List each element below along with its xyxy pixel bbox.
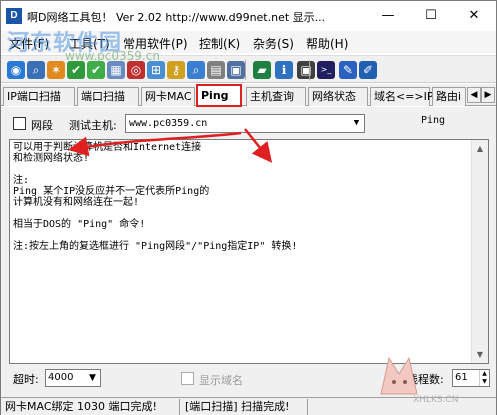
menu-help[interactable]: 帮助(H) bbox=[306, 35, 348, 52]
tab-ping[interactable]: Ping bbox=[196, 84, 242, 107]
timeout-select[interactable]: 4000 ▼ bbox=[45, 369, 101, 387]
tab-nic-mac[interactable]: 网卡MAC bbox=[141, 87, 195, 106]
tab-domain-ip[interactable]: 域名<=>IP bbox=[370, 87, 434, 106]
close-button[interactable]: ✕ bbox=[453, 1, 495, 31]
output-line: 计算机没有和网络连在一起! bbox=[13, 197, 140, 208]
status-left: 网卡MAC绑定 1030 端口完成! bbox=[5, 400, 157, 413]
status-right: [端口扫描] 扫描完成! bbox=[185, 400, 290, 413]
window-title: 啊D网络工具包！ Ver 2.02 http://www.d99net.net … bbox=[27, 11, 326, 24]
search-icon[interactable]: ⌕ bbox=[27, 61, 45, 79]
key-icon[interactable]: ⚷ bbox=[167, 61, 185, 79]
tab-scroll-right-button[interactable]: ▶ bbox=[481, 87, 495, 103]
chevron-down-icon[interactable]: ▼ bbox=[85, 370, 100, 386]
app-logo-icon: D bbox=[6, 8, 22, 24]
ping-button[interactable]: Ping bbox=[421, 115, 445, 126]
dropper-icon[interactable]: ✐ bbox=[359, 61, 377, 79]
output-textarea[interactable]: 可以用于判断计算机是否和Internet连接 和检测网络状态! 注: Ping 某个… bbox=[9, 139, 489, 364]
chart-icon[interactable]: ▦ bbox=[107, 61, 125, 79]
cmd-icon[interactable]: >_ bbox=[317, 61, 335, 79]
threads-stepper[interactable]: 61 ▲ ▼ bbox=[452, 369, 490, 387]
segment-checkbox[interactable] bbox=[13, 117, 26, 130]
tab-ip-port-scan[interactable]: IP端口扫描 bbox=[3, 87, 75, 106]
watermark-url: www.pc0359.cn bbox=[65, 49, 160, 63]
tab-scroll-left-button[interactable]: ◀ bbox=[467, 87, 481, 103]
monitor-icon[interactable]: ▣ bbox=[227, 61, 245, 79]
toolbar-separator bbox=[309, 60, 310, 80]
show-domain-label: 显示域名 bbox=[199, 374, 243, 387]
info-icon[interactable]: ℹ bbox=[275, 61, 293, 79]
terminal-icon[interactable]: ▰ bbox=[253, 61, 271, 79]
network-icon[interactable]: ⊞ bbox=[147, 61, 165, 79]
host-label: 测试主机: bbox=[69, 119, 117, 132]
check-icon[interactable]: ✔ bbox=[67, 61, 85, 79]
status-divider bbox=[307, 399, 308, 415]
scroll-up-icon[interactable]: ▲ bbox=[472, 140, 488, 157]
segment-label: 网段 bbox=[31, 119, 53, 132]
spin-icon[interactable]: ▲ ▼ bbox=[479, 370, 489, 386]
globe-icon[interactable]: ◉ bbox=[7, 61, 25, 79]
threads-value: 61 bbox=[455, 372, 468, 383]
app-window: D 啊D网络工具包！ Ver 2.02 http://www.d99net.ne… bbox=[0, 0, 497, 415]
output-text: 可以用于判断计算机是否和Internet连接 和检测网络状态! 注: Ping 某个… bbox=[13, 142, 468, 252]
tab-strip: IP端口扫描 端口扫描 网卡MAC Ping 主机查询 网络状态 域名<=>IP… bbox=[1, 84, 496, 107]
tab-port-scan[interactable]: 端口扫描 bbox=[77, 87, 139, 106]
maximize-button[interactable]: ☐ bbox=[410, 1, 452, 31]
menu-misc[interactable]: 杂务(S) bbox=[253, 35, 294, 52]
timeout-label: 超时: bbox=[13, 373, 39, 386]
output-line: 可以用于判断计算机是否和Internet连接 bbox=[13, 142, 202, 153]
output-line: 和检测网络状态! bbox=[13, 153, 90, 164]
magnify-icon[interactable]: ⌕ bbox=[187, 61, 205, 79]
screen-icon[interactable]: ▣ bbox=[297, 61, 315, 79]
host-combobox[interactable]: www.pc0359.cn ▼ bbox=[125, 114, 365, 133]
output-line: 注:按左上角的复选框进行 "Ping网段"/"Ping指定IP" 转换! bbox=[13, 241, 298, 252]
corner-watermark-text: XHLKS.CN bbox=[413, 395, 459, 405]
tab-route[interactable]: 路由i bbox=[432, 87, 466, 106]
status-divider bbox=[179, 399, 180, 415]
minimize-button[interactable]: — bbox=[367, 1, 409, 31]
fox-mascot-icon bbox=[380, 356, 418, 395]
target-icon[interactable]: ◎ bbox=[127, 61, 145, 79]
check-green-icon[interactable]: ✔ bbox=[87, 61, 105, 79]
chevron-down-icon[interactable]: ▼ bbox=[349, 115, 364, 132]
menu-control[interactable]: 控制(K) bbox=[199, 35, 240, 52]
output-scrollbar[interactable]: ▲ ▼ bbox=[471, 140, 488, 363]
timeout-value: 4000 bbox=[48, 372, 74, 383]
output-line: Ping 某个IP没反应并不一定代表所Ping的 bbox=[13, 186, 210, 197]
toolbar-separator bbox=[245, 60, 246, 80]
star-icon[interactable]: ✶ bbox=[47, 61, 65, 79]
show-domain-checkbox[interactable] bbox=[181, 372, 194, 385]
output-line: 相当于DOS的 "Ping" 命令! bbox=[13, 219, 146, 230]
pen-icon[interactable]: ✎ bbox=[339, 61, 357, 79]
output-line: 注: bbox=[13, 175, 30, 186]
scroll-down-icon[interactable]: ▼ bbox=[472, 346, 488, 363]
tab-host-query[interactable]: 主机查询 bbox=[246, 87, 306, 106]
host-value: www.pc0359.cn bbox=[129, 118, 208, 129]
grid-icon[interactable]: ▤ bbox=[207, 61, 225, 79]
tab-network-status[interactable]: 网络状态 bbox=[308, 87, 368, 106]
